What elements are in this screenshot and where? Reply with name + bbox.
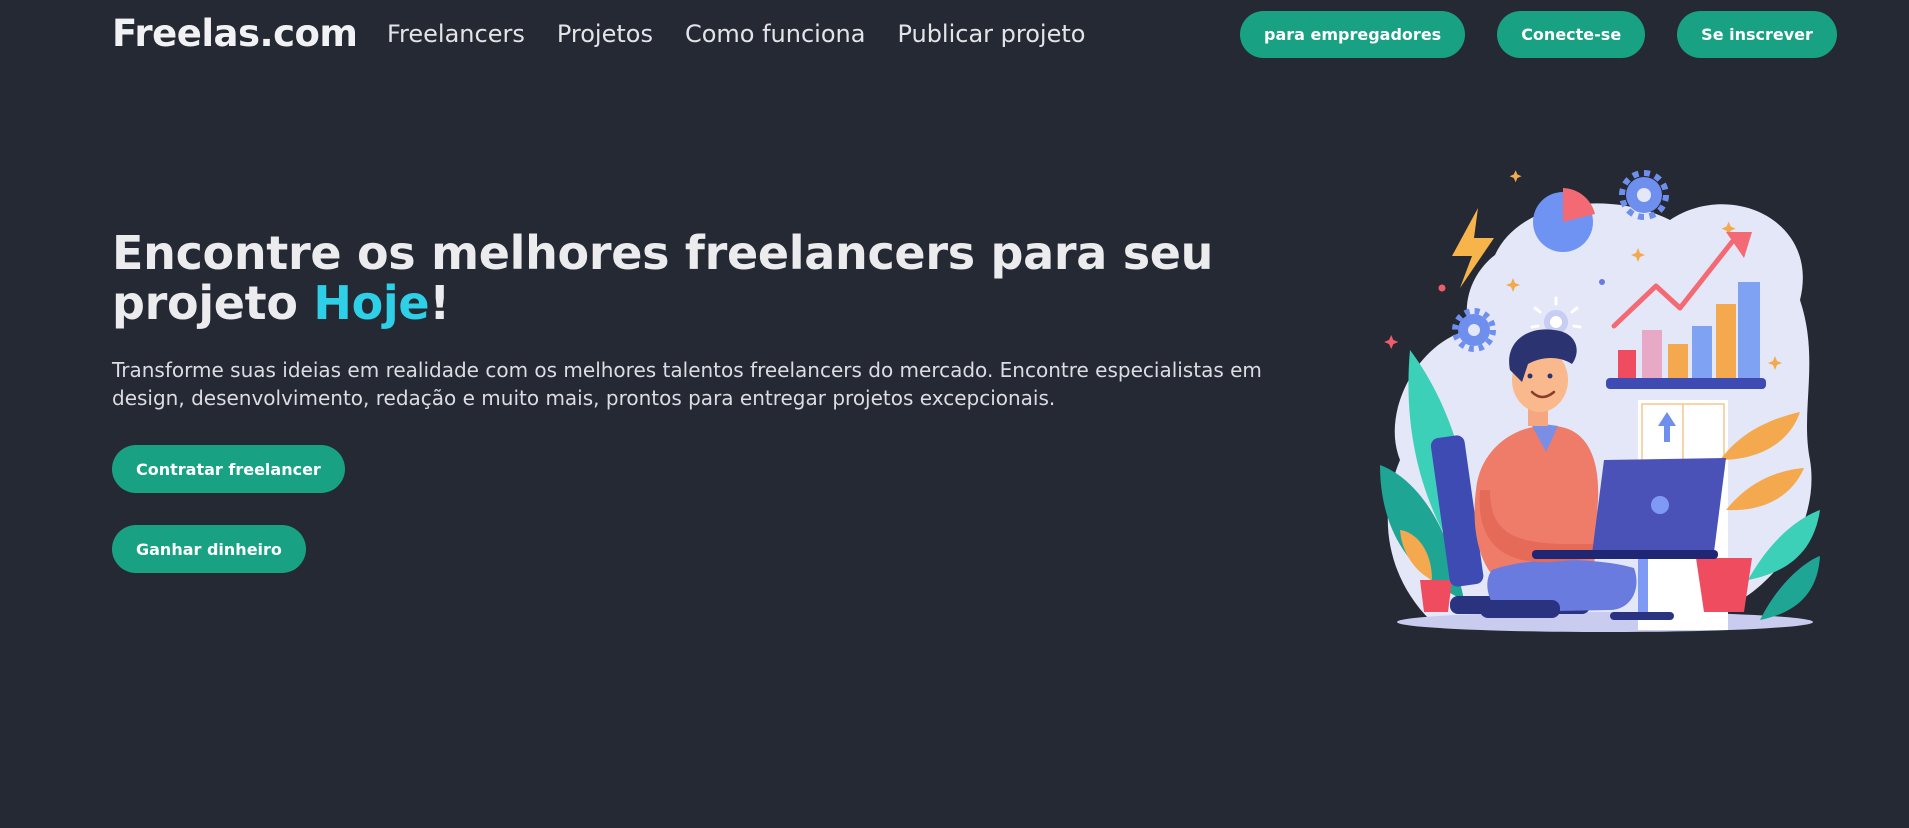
signup-button[interactable]: Se inscrever [1677,11,1837,58]
nav-how-it-works[interactable]: Como funciona [685,18,865,50]
plant-pot [1420,580,1452,612]
illustration-floor [1397,612,1813,632]
hero-illustration [1380,160,1820,640]
bar-chart-bar [1668,344,1688,378]
main-nav: Freelancers Projetos Como funciona Publi… [387,18,1085,50]
site-logo[interactable]: Freelas.com [112,12,357,56]
sparkle-icon [1510,170,1522,182]
bar-chart-bar [1618,350,1636,378]
site-header: Freelas.com Freelancers Projetos Como fu… [0,0,1909,70]
hero-title-end: ! [429,276,450,330]
sparkle-icon [1384,335,1398,349]
nav-projects[interactable]: Projetos [557,18,653,50]
person-shoe [1480,600,1560,618]
desk-leg [1638,559,1648,615]
hire-freelancer-button[interactable]: Contratar freelancer [112,445,345,493]
hero-description: Transforme suas ideias em realidade com … [112,356,1272,412]
hero-title: Encontre os melhores freelancers para se… [112,228,1272,328]
laptop-base [1532,550,1718,559]
bar-chart-bar [1738,282,1760,378]
employers-button[interactable]: para empregadores [1240,11,1465,58]
earn-money-button[interactable]: Ganhar dinheiro [112,525,306,573]
header-actions: para empregadores Conecte-se Se inscreve… [1240,11,1837,58]
dot-icon [1439,285,1446,292]
nav-post-project[interactable]: Publicar projeto [897,18,1085,50]
dot-icon [1599,279,1605,285]
plant-pot [1696,558,1752,612]
hero-title-highlight: Hoje [313,276,429,330]
nav-freelancers[interactable]: Freelancers [387,18,525,50]
page: Freelas.com Freelancers Projetos Como fu… [0,0,1909,828]
laptop-logo [1651,496,1669,514]
bar-chart-bar [1692,326,1712,378]
login-button[interactable]: Conecte-se [1497,11,1645,58]
gear-icon [1622,173,1666,217]
hero-title-text: Encontre os melhores freelancers para se… [112,226,1213,330]
bar-chart-bar [1642,330,1662,378]
desk-foot [1610,612,1674,620]
bar-chart-bar [1716,304,1736,378]
gear-icon [1455,311,1493,349]
shelf [1606,378,1766,389]
